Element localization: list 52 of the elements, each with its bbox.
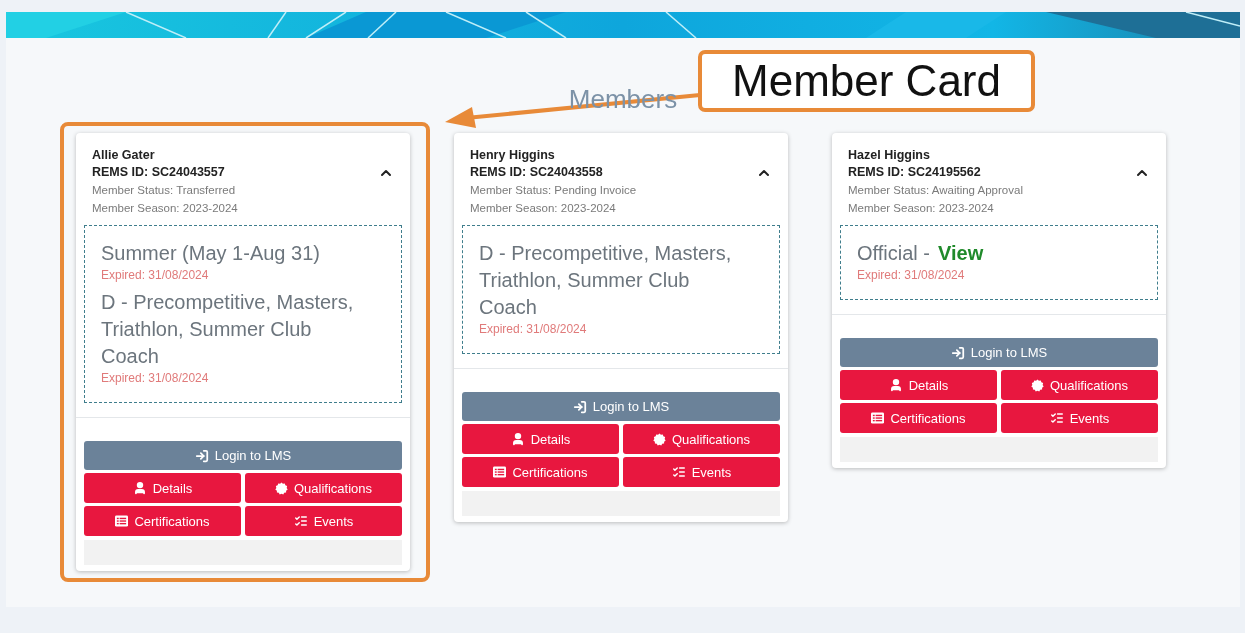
qualification-title: D - Precompetitive, Masters, Triathlon, Summer Club Coach: [101, 290, 355, 369]
qualifications-button[interactable]: Qualifications: [1001, 370, 1158, 400]
table-icon: [871, 412, 885, 424]
member-season: Member Season: 2023-2024: [92, 201, 238, 216]
user-icon: [132, 481, 147, 495]
login-button[interactable]: Login to LMS: [84, 441, 402, 470]
certifications-button[interactable]: Certifications: [84, 506, 241, 536]
member-season: Member Season: 2023-2024: [848, 201, 994, 216]
qualifications-button[interactable]: Qualifications: [245, 473, 402, 503]
details-button[interactable]: Details: [462, 424, 619, 454]
qualification-title: D - Precompetitive, Masters, Triathlon, Summer Club Coach: [479, 241, 733, 320]
member-status: Member Status: Awaiting Approval: [848, 183, 1023, 198]
events-button[interactable]: Events: [1001, 403, 1158, 433]
member-name: Allie Gater: [92, 147, 155, 164]
sign-in-icon: [950, 345, 965, 360]
annotation-callout: Member Card: [698, 50, 1035, 112]
rems-id: REMS ID: SC24043558: [470, 164, 603, 181]
expiry-date: Expired: 31/08/2024: [101, 267, 210, 283]
member-season: Member Season: 2023-2024: [470, 201, 616, 216]
qualification-title: Summer (May 1-Aug 31): [101, 241, 320, 266]
badge-icon: [1030, 378, 1044, 392]
member-status: Member Status: Transferred: [92, 183, 236, 198]
qualifications-button[interactable]: Qualifications: [623, 424, 780, 454]
sign-in-icon: [572, 399, 587, 414]
badge-icon: [652, 432, 666, 446]
rems-id: REMS ID: SC24043557: [92, 164, 225, 181]
details-button[interactable]: Details: [840, 370, 997, 400]
login-button[interactable]: Login to LMS: [462, 392, 780, 421]
events-button[interactable]: Events: [623, 457, 780, 487]
certifications-button[interactable]: Certifications: [840, 403, 997, 433]
member-status: Member Status: Pending Invoice: [470, 183, 637, 198]
qualification-title: Official -: [857, 241, 930, 266]
user-icon: [888, 378, 903, 392]
expiry-date: Expired: 31/08/2024: [101, 370, 210, 386]
view-link[interactable]: View: [938, 242, 984, 264]
checklist-icon: [1049, 411, 1064, 425]
details-button[interactable]: Details: [84, 473, 241, 503]
checklist-icon: [293, 514, 308, 528]
login-button[interactable]: Login to LMS: [840, 338, 1158, 367]
events-button[interactable]: Events: [245, 506, 402, 536]
certifications-button[interactable]: Certifications: [462, 457, 619, 487]
table-icon: [493, 466, 507, 478]
expiry-date: Expired: 31/08/2024: [479, 321, 588, 337]
checklist-icon: [671, 465, 686, 479]
table-icon: [115, 515, 129, 527]
expiry-date: Expired: 31/08/2024: [857, 267, 966, 283]
user-icon: [510, 432, 525, 446]
sign-in-icon: [194, 448, 209, 463]
badge-icon: [274, 481, 288, 495]
member-name: Hazel Higgins: [848, 147, 930, 164]
member-name: Henry Higgins: [470, 147, 555, 164]
rems-id: REMS ID: SC24195562: [848, 164, 981, 181]
